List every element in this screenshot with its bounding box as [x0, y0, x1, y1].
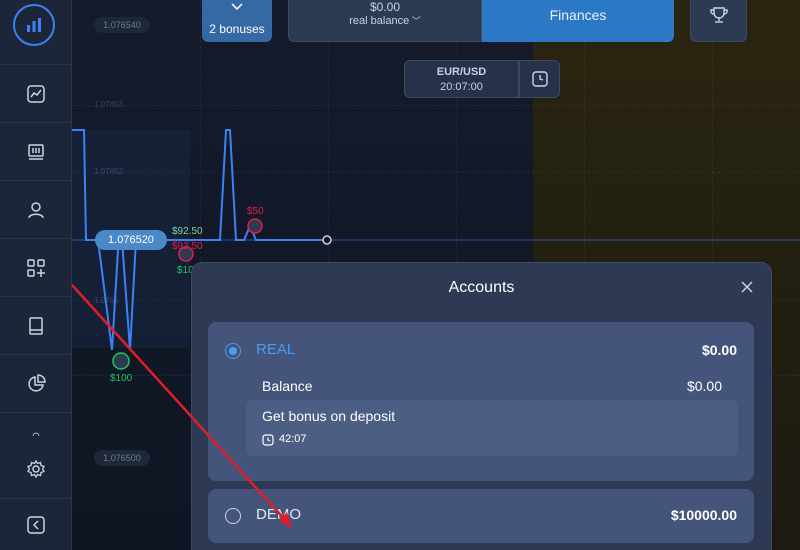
- sidebar: [0, 0, 72, 550]
- account-demo-amount: $10000.00: [670, 507, 737, 523]
- sidebar-collapse-button[interactable]: [0, 498, 72, 550]
- finances-button[interactable]: Finances: [482, 0, 674, 42]
- asset-time: 20:07:00: [440, 81, 483, 93]
- sidebar-item-more[interactable]: [0, 412, 72, 440]
- bonus-timer: 42:07: [279, 433, 307, 445]
- deal-amount: $92.50: [172, 226, 203, 237]
- balance-amount: $0.00: [369, 0, 401, 14]
- trophy-icon: [709, 6, 728, 23]
- deposit-bonus-offer[interactable]: Get bonus on deposit 42:07: [246, 400, 738, 456]
- balance-selector[interactable]: $0.00 real balance ﹀: [288, 0, 482, 42]
- sidebar-item-chart[interactable]: [0, 64, 72, 122]
- deal-amount: $50: [247, 206, 264, 217]
- account-real-amount: $0.00: [701, 342, 737, 358]
- accounts-modal: Accounts REAL $0.00 Balance $0.00 Get bo…: [192, 263, 771, 550]
- deal-amount: $92.50: [172, 241, 203, 252]
- sidebar-item-apps[interactable]: [0, 238, 72, 296]
- collapse-icon: [27, 515, 45, 534]
- chevron-down-icon: [231, 3, 243, 11]
- trades-icon: [28, 143, 44, 160]
- deal-amount: $100: [110, 373, 133, 384]
- current-price-badge: 1.076520: [95, 230, 167, 250]
- close-icon: [741, 281, 753, 293]
- balance-value: $0.00: [686, 378, 722, 394]
- gear-icon: [27, 459, 45, 479]
- book-icon: [29, 316, 43, 335]
- bonus-title: Get bonus on deposit: [262, 408, 396, 424]
- account-real[interactable]: REAL $0.00 Balance $0.00 Get bonus on de…: [208, 322, 754, 481]
- pie-chart-icon: [28, 373, 46, 392]
- sidebar-item-analytics[interactable]: [0, 354, 72, 412]
- chart-icon: [27, 84, 45, 103]
- chevron-down-icon: ﹀: [409, 16, 421, 26]
- asset-pair: EUR/USD: [436, 66, 487, 78]
- balance-type-label: real balance: [349, 15, 410, 27]
- sidebar-item-education[interactable]: [0, 296, 72, 354]
- balance-type: real balance ﹀: [289, 14, 481, 27]
- clock-icon: [262, 434, 274, 446]
- clock-icon: [531, 71, 548, 87]
- modal-title: Accounts: [448, 279, 515, 296]
- account-demo-name: DEMO: [256, 506, 301, 523]
- account-demo-radio[interactable]: [225, 508, 241, 524]
- tournaments-button[interactable]: [690, 0, 747, 42]
- sidebar-item-trades[interactable]: [0, 122, 72, 180]
- asset-selector[interactable]: EUR/USD 20:07:00: [404, 60, 519, 98]
- account-real-radio[interactable]: [225, 343, 241, 359]
- account-real-name: REAL: [256, 341, 296, 358]
- balance-label: Balance: [262, 378, 313, 394]
- sidebar-item-profile[interactable]: [0, 180, 72, 238]
- close-button[interactable]: [739, 279, 755, 295]
- user-icon: [28, 201, 44, 218]
- apps-icon: [27, 258, 45, 277]
- timeframe-button[interactable]: [519, 60, 560, 98]
- account-demo[interactable]: DEMO $10000.00: [208, 489, 754, 543]
- bonuses-label: 2 bonuses: [209, 22, 265, 36]
- logo-icon[interactable]: [13, 4, 55, 46]
- bonuses-button[interactable]: 2 bonuses: [202, 0, 272, 42]
- sidebar-item-settings[interactable]: [0, 440, 72, 498]
